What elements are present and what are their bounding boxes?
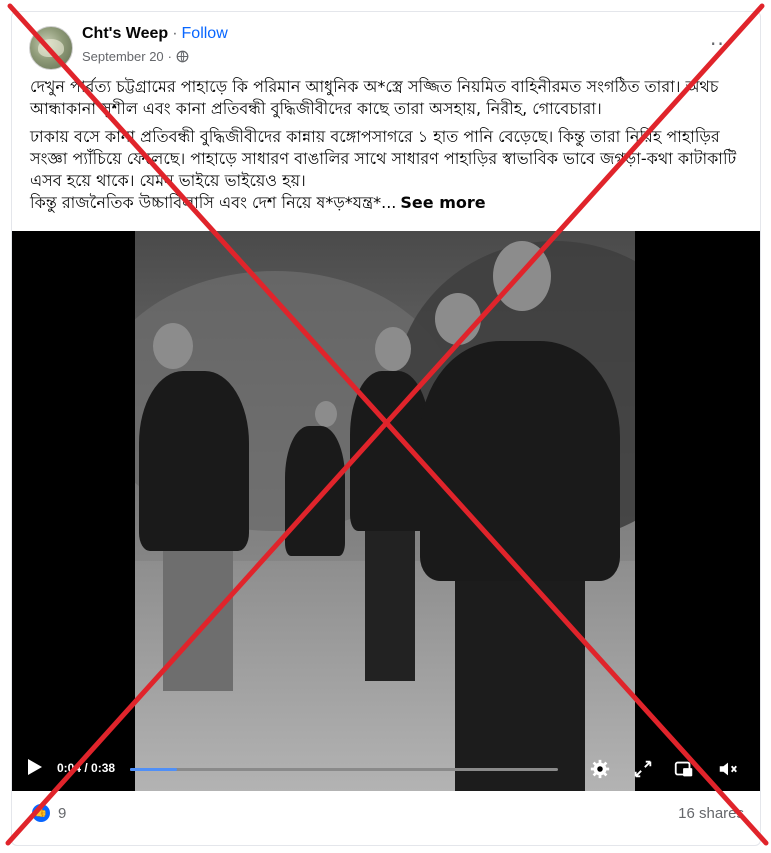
post-footer: 👍 9 16 shares [12, 800, 760, 830]
post-paragraph-3-text: কিন্তু রাজনৈতিক উচ্চাবিলাসি এবং দেশ নিয়… [30, 193, 397, 212]
expand-icon[interactable] [632, 758, 654, 780]
post-paragraph-1: দেখুন পার্বত্য চট্টগ্রামের পাহাড়ে কি পর… [30, 77, 719, 118]
progress-track[interactable] [130, 768, 558, 771]
play-icon[interactable] [28, 759, 42, 775]
figure [420, 341, 620, 581]
see-more-link[interactable]: See more [400, 193, 485, 212]
figure-head [315, 401, 337, 427]
figure-head [493, 241, 551, 311]
post-body: দেখুন পার্বত্য চট্টগ্রামের পাহাড়ে কি পর… [30, 76, 742, 214]
more-options-icon[interactable]: ··· [710, 32, 732, 56]
reactions[interactable]: 👍 9 [32, 804, 66, 822]
reaction-count: 9 [58, 804, 67, 822]
volume-muted-icon[interactable] [717, 758, 739, 780]
pip-icon[interactable] [673, 758, 695, 780]
figure-head [375, 327, 411, 371]
shares-count[interactable]: 16 shares [678, 805, 744, 822]
post-date[interactable]: September 20 [82, 49, 164, 64]
video-time: 0:04 / 0:38 [57, 761, 116, 775]
post-meta: September 20 · [82, 49, 189, 64]
post-header: Cht's Weep · Follow [82, 25, 228, 43]
avatar[interactable] [29, 26, 73, 70]
separator: · [172, 25, 178, 42]
post-paragraph-2: ঢাকায় বসে কানা প্রতিবন্ধী বুদ্ধিজীবীদের… [30, 127, 737, 190]
settings-icon[interactable] [589, 758, 611, 780]
globe-icon [176, 50, 189, 63]
video-controls: 0:04 / 0:38 [12, 751, 760, 791]
follow-button[interactable]: Follow [182, 25, 228, 42]
figure [139, 371, 249, 551]
video-player[interactable]: 0:04 / 0:38 [12, 231, 760, 791]
figure [350, 371, 430, 531]
figure-head [435, 293, 481, 345]
figure [285, 426, 345, 556]
figure-head [153, 323, 193, 369]
post-paragraph-3: কিন্তু রাজনৈতিক উচ্চাবিলাসি এবং দেশ নিয়… [30, 192, 742, 214]
author-name[interactable]: Cht's Weep [82, 25, 168, 42]
video-frame [135, 231, 635, 791]
like-icon: 👍 [32, 804, 50, 822]
progress-fill [130, 768, 178, 771]
